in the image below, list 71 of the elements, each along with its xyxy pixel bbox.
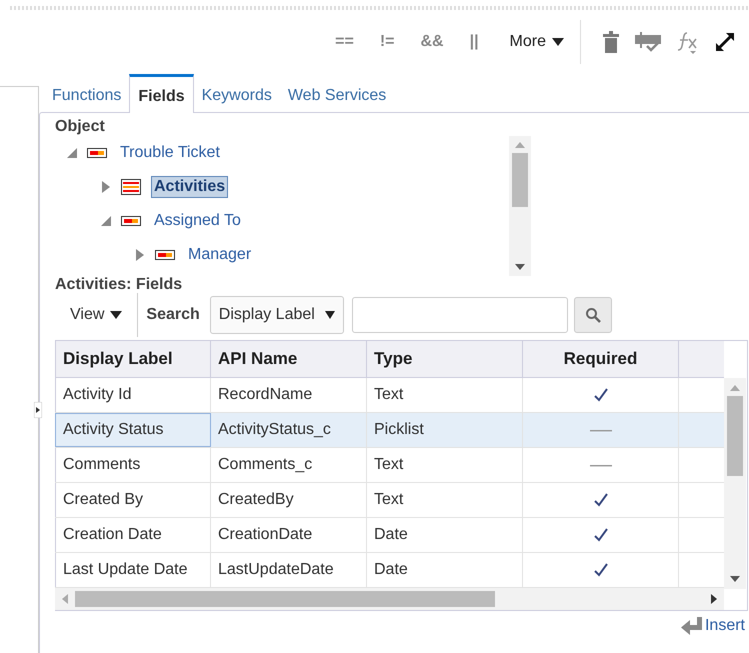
table-cell: Activity Status [55,413,211,447]
more-menu-button[interactable]: More [502,33,572,51]
table-cell: Comments_c [211,448,367,482]
column-header[interactable]: Required [523,341,679,377]
or-icon[interactable]: || [470,33,479,51]
collapsed-triangle-icon[interactable] [101,181,111,193]
table-cell: Last Update Date [55,553,211,587]
table-cell: Creation Date [55,518,211,552]
expanded-triangle-icon[interactable] [67,148,77,158]
search-label: Search [146,306,200,324]
and-icon[interactable]: && [420,33,444,51]
insert-button[interactable]: Insert [680,617,745,635]
function-icon[interactable] [677,30,699,54]
table-row[interactable]: Creation Date CreationDate Date [55,518,724,553]
section-title: Object [55,118,106,136]
scroll-down-icon[interactable] [730,575,740,583]
object-icon [121,179,141,195]
not-equals-icon[interactable]: != [380,33,394,51]
search-field[interactable] [352,297,568,333]
collapsed-triangle-icon[interactable] [135,249,145,261]
scroll-up-icon[interactable] [730,384,740,392]
table-cell: Activity Id [55,378,211,412]
table-scrollbar[interactable] [724,378,746,589]
table-cell: ActivityStatus_c [211,413,367,447]
scroll-down-icon[interactable] [515,263,525,271]
object-icon [121,216,141,226]
field-check-icon[interactable] [635,32,661,52]
table-cell: CreationDate [211,518,367,552]
table-cell: Date [367,518,523,552]
table-row[interactable]: Created By CreatedBy Text [55,483,724,518]
search-icon [584,307,601,323]
table-cell: CreatedBy [211,483,367,517]
column-header[interactable]: Display Label [55,341,211,377]
table-row[interactable]: Comments Comments_c Text [55,448,724,483]
scrollbar[interactable] [509,136,531,276]
object-icon [87,148,107,158]
expand-toggle-icon[interactable] [34,402,42,418]
expanded-triangle-icon[interactable] [101,216,111,226]
expand-icon[interactable] [715,32,735,52]
tree-item[interactable]: Manager [185,244,254,266]
tree-item[interactable]: Assigned To [151,210,244,232]
table-cell: Comments [55,448,211,482]
return-arrow-icon [680,617,703,635]
search-button[interactable] [574,297,612,333]
section-title: Activities: Fields [55,276,184,294]
view-menu-button[interactable]: View [55,293,138,337]
table-cell: RecordName [211,378,367,412]
scroll-right-icon[interactable] [710,594,718,604]
table-cell: Date [367,553,523,587]
scroll-up-icon[interactable] [515,141,525,149]
horizontal-scrollbar[interactable] [55,588,724,610]
caret-down-icon [552,37,564,47]
tree-item[interactable]: Trouble Ticket [117,142,223,164]
caret-down-icon [324,310,335,320]
scroll-left-icon[interactable] [61,594,69,604]
table-cell: Text [367,378,523,412]
table-row[interactable]: Activity Status ActivityStatus_c Picklist [55,413,724,448]
column-header[interactable]: API Name [211,341,367,377]
object-icon [155,250,175,260]
caret-down-icon [110,310,122,320]
table-cell: LastUpdateDate [211,553,367,587]
column-header[interactable]: Type [367,341,523,377]
equals-icon[interactable]: == [335,33,354,51]
table-cell: Text [367,483,523,517]
tree-item[interactable]: Activities [151,176,228,198]
table-cell: Text [367,448,523,482]
tab[interactable]: Fields [129,74,194,113]
table-cell: Picklist [367,413,523,447]
trash-icon[interactable] [603,31,619,53]
table-cell: Created By [55,483,211,517]
search-by-dropdown[interactable]: Display Label [210,296,344,334]
